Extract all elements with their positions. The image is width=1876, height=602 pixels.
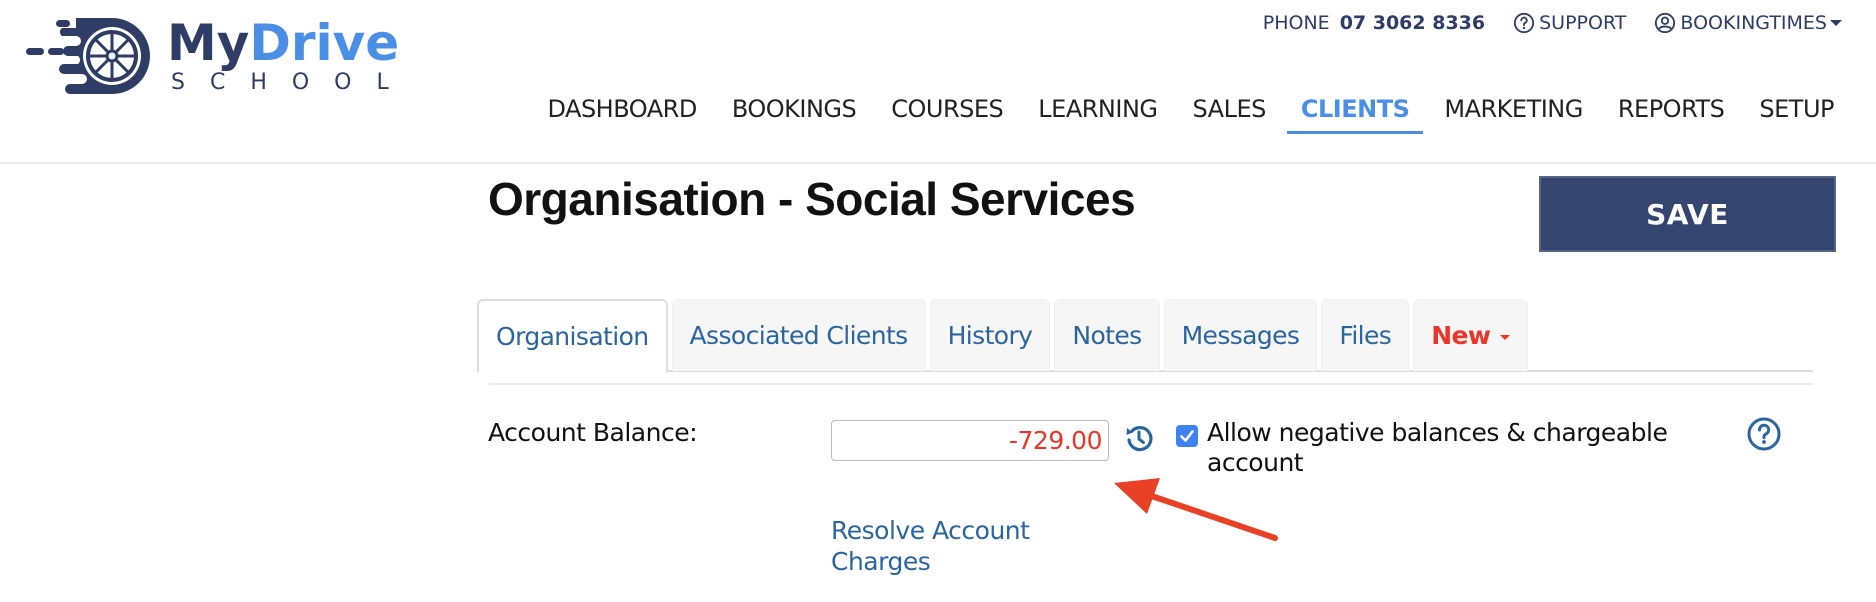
tab-history[interactable]: History — [929, 299, 1051, 371]
site-header: MyDrive SCHOOL PHONE 07 3062 8336 SUPPOR… — [0, 0, 1876, 164]
main-nav: DASHBOARD BOOKINGS COURSES LEARNING SALE… — [526, 92, 1848, 136]
tab-associated-clients[interactable]: Associated Clients — [671, 299, 926, 371]
save-button[interactable]: SAVE — [1539, 176, 1836, 252]
brand-name-my: My — [167, 14, 250, 72]
allow-negative-checkbox[interactable] — [1176, 425, 1198, 447]
phone-info: PHONE 07 3062 8336 — [1263, 12, 1485, 34]
nav-item-clients[interactable]: CLIENTS — [1286, 92, 1424, 136]
account-menu[interactable]: BOOKINGTIMES — [1654, 12, 1842, 34]
account-balance-label: Account Balance: — [488, 418, 698, 447]
nav-item-sales[interactable]: SALES — [1179, 92, 1280, 136]
tab-label: Organisation — [496, 321, 649, 351]
wheel-logo-icon — [26, 18, 150, 94]
question-circle-icon — [1514, 12, 1535, 34]
tab-label: Messages — [1181, 321, 1300, 350]
support-label: SUPPORT — [1539, 12, 1627, 34]
tab-bar: Organisation Associated Clients History … — [477, 299, 1532, 373]
tab-notes[interactable]: Notes — [1054, 299, 1160, 371]
support-link[interactable]: SUPPORT — [1513, 12, 1626, 34]
allow-negative-label: Allow negative balances & chargeable acc… — [1207, 418, 1668, 477]
nav-item-dashboard[interactable]: DASHBOARD — [533, 92, 710, 136]
phone-label: PHONE — [1262, 12, 1330, 34]
content-divider — [489, 383, 1813, 385]
nav-item-reports[interactable]: REPORTS — [1604, 92, 1739, 136]
tab-messages[interactable]: Messages — [1163, 299, 1318, 371]
brand-name: MyDrive — [167, 14, 399, 72]
tab-label: New — [1431, 321, 1491, 350]
nav-item-bookings[interactable]: BOOKINGS — [718, 92, 870, 136]
nav-item-learning[interactable]: LEARNING — [1024, 92, 1171, 136]
tab-files[interactable]: Files — [1321, 299, 1410, 371]
tab-label: Associated Clients — [689, 321, 909, 350]
brand-name-drive: Drive — [249, 14, 400, 72]
tab-label: Notes — [1072, 321, 1142, 350]
user-circle-icon — [1655, 12, 1676, 34]
caret-down-icon — [1500, 335, 1511, 340]
nav-item-setup[interactable]: SETUP — [1745, 92, 1848, 136]
help-circle-icon[interactable] — [1746, 416, 1782, 452]
caret-down-icon — [1830, 20, 1842, 26]
nav-item-courses[interactable]: COURSES — [877, 92, 1017, 136]
tab-label: History — [947, 321, 1033, 350]
annotation-arrow-icon — [1114, 478, 1278, 541]
account-balance-input[interactable] — [831, 420, 1109, 461]
account-label: BOOKINGTIMES — [1680, 12, 1827, 34]
nav-item-marketing[interactable]: MARKETING — [1430, 92, 1597, 136]
tab-organisation[interactable]: Organisation — [477, 299, 668, 373]
top-utility-bar: PHONE 07 3062 8336 SUPPORT BOOKINGTIMES — [1235, 10, 1842, 36]
brand-tagline: SCHOOL — [171, 70, 414, 95]
tab-new-dropdown[interactable]: New — [1413, 299, 1529, 371]
checkmark-icon — [1180, 430, 1194, 442]
page-title: Organisation - Social Services — [488, 173, 1136, 225]
tab-label: Files — [1339, 321, 1392, 350]
brand-logo[interactable]: MyDrive SCHOOL — [24, 12, 404, 96]
resolve-account-charges-link[interactable]: Resolve Account Charges — [831, 515, 1071, 577]
history-icon[interactable] — [1122, 421, 1156, 455]
phone-number: 07 3062 8336 — [1339, 12, 1486, 34]
